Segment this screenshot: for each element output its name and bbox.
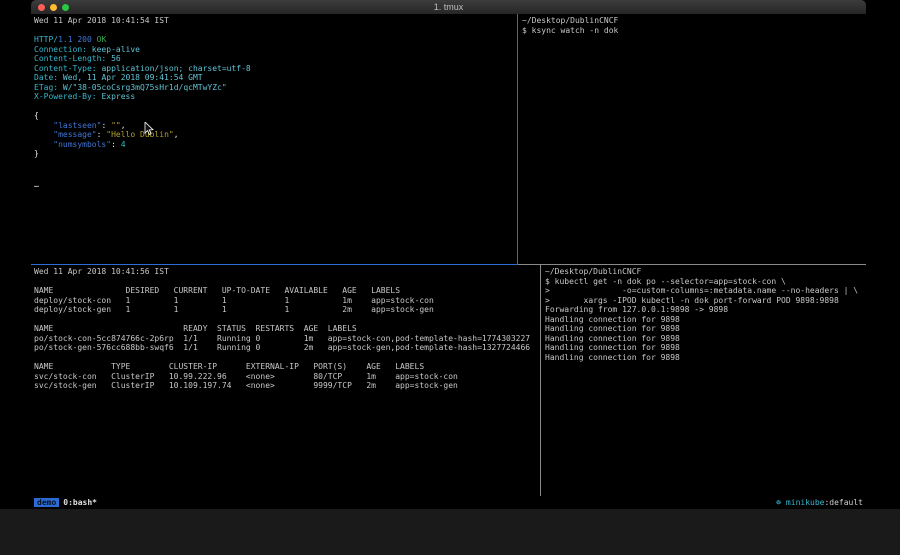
pane-divider-vertical-bottom	[540, 265, 541, 496]
pane-divider-vertical-top	[517, 14, 518, 264]
terminal-line	[34, 168, 517, 178]
pane-port-forward[interactable]: ~/Desktop/DublinCNCF$ kubectl get -n dok…	[542, 265, 866, 496]
terminal-line: Handling connection for 9898	[545, 334, 866, 344]
terminal-line: _	[34, 178, 517, 188]
k8s-context-icon: ☸ minikube	[776, 498, 824, 507]
terminal-line: svc/stock-con ClusterIP 10.99.222.96 <no…	[34, 372, 540, 382]
terminal-line: {	[34, 111, 517, 121]
tmux-session-name: demo	[34, 498, 59, 507]
k8s-namespace: :default	[824, 498, 863, 507]
terminal-line: po/stock-gen-576cc688bb-swqf6 1/1 Runnin…	[34, 343, 540, 353]
terminal-line: po/stock-con-5cc874766c-2p6rp 1/1 Runnin…	[34, 334, 540, 344]
zoom-button[interactable]	[62, 4, 69, 11]
terminal-line: Handling connection for 9898	[545, 324, 866, 334]
terminal-line: Handling connection for 9898	[545, 353, 866, 363]
terminal-line: }	[34, 149, 517, 159]
terminal-line: "numsymbols": 4	[34, 140, 517, 150]
terminal-line: HTTP/1.1 200 OK	[34, 35, 517, 45]
terminal-line	[34, 353, 540, 363]
terminal-window: 1. tmux Wed 11 Apr 2018 10:41:54 IST HTT…	[31, 0, 866, 509]
terminal-line: Handling connection for 9898	[545, 315, 866, 325]
terminal-line: NAME DESIRED CURRENT UP-TO-DATE AVAILABL…	[34, 286, 540, 296]
terminal-line: deploy/stock-con 1 1 1 1 1m app=stock-co…	[34, 296, 540, 306]
terminal-line	[34, 315, 540, 325]
minimize-button[interactable]	[50, 4, 57, 11]
terminal-line: $ ksync watch -n dok	[522, 26, 866, 36]
terminal-line: X-Powered-By: Express	[34, 92, 517, 102]
terminal-line: Date: Wed, 11 Apr 2018 09:41:54 GMT	[34, 73, 517, 83]
terminal-line	[34, 26, 517, 36]
tmux-status-bar: demo 0:bash* ☸ minikube:default	[31, 496, 866, 509]
terminal-line: ~/Desktop/DublinCNCF	[545, 267, 866, 277]
pane-kubectl-get[interactable]: Wed 11 Apr 2018 10:41:56 IST NAME DESIRE…	[31, 265, 540, 496]
terminal-line: NAME READY STATUS RESTARTS AGE LABELS	[34, 324, 540, 334]
terminal-line: Forwarding from 127.0.0.1:9898 -> 9898	[545, 305, 866, 315]
tmux-window-item[interactable]: 0:bash*	[63, 498, 97, 507]
terminal-line: $ kubectl get -n dok po --selector=app=s…	[545, 277, 866, 287]
bottom-strip	[0, 509, 900, 555]
mouse-cursor	[144, 122, 154, 136]
terminal-line: Connection: keep-alive	[34, 45, 517, 55]
terminal-line: ETag: W/"38-05coCsrg3mQ75sHr1d/qcMTwYZc"	[34, 83, 517, 93]
terminal-line: deploy/stock-gen 1 1 1 1 2m app=stock-ge…	[34, 305, 540, 315]
traffic-lights	[31, 4, 69, 11]
desktop-background: 1. tmux Wed 11 Apr 2018 10:41:54 IST HTT…	[0, 0, 900, 555]
terminal-line: > xargs -IPOD kubectl -n dok port-forwar…	[545, 296, 866, 306]
terminal-line: "lastseen": "",	[34, 121, 517, 131]
terminal-line: Handling connection for 9898	[545, 343, 866, 353]
terminal-line: Content-Length: 56	[34, 54, 517, 64]
tmux-status-left: demo 0:bash*	[34, 496, 97, 509]
terminal-line: NAME TYPE CLUSTER-IP EXTERNAL-IP PORT(S)…	[34, 362, 540, 372]
window-titlebar[interactable]: 1. tmux	[31, 0, 866, 14]
terminal-line	[34, 102, 517, 112]
terminal-line: Wed 11 Apr 2018 10:41:54 IST	[34, 16, 517, 26]
window-title: 1. tmux	[31, 0, 866, 14]
terminal-line	[34, 277, 540, 287]
terminal-line: > -o=custom-columns=:metadata.name --no-…	[545, 286, 866, 296]
terminal-line: "message": "Hello Dublin",	[34, 130, 517, 140]
pane-http-response[interactable]: Wed 11 Apr 2018 10:41:54 IST HTTP/1.1 20…	[31, 14, 517, 264]
terminal-line: Content-Type: application/json; charset=…	[34, 64, 517, 74]
terminal-line: Wed 11 Apr 2018 10:41:56 IST	[34, 267, 540, 277]
terminal-line	[34, 159, 517, 169]
tmux-status-right: ☸ minikube:default	[776, 496, 863, 509]
terminal-line: svc/stock-gen ClusterIP 10.109.197.74 <n…	[34, 381, 540, 391]
close-button[interactable]	[38, 4, 45, 11]
pane-ksync[interactable]: ~/Desktop/DublinCNCF$ ksync watch -n dok	[519, 14, 866, 264]
terminal-line: ~/Desktop/DublinCNCF	[522, 16, 866, 26]
